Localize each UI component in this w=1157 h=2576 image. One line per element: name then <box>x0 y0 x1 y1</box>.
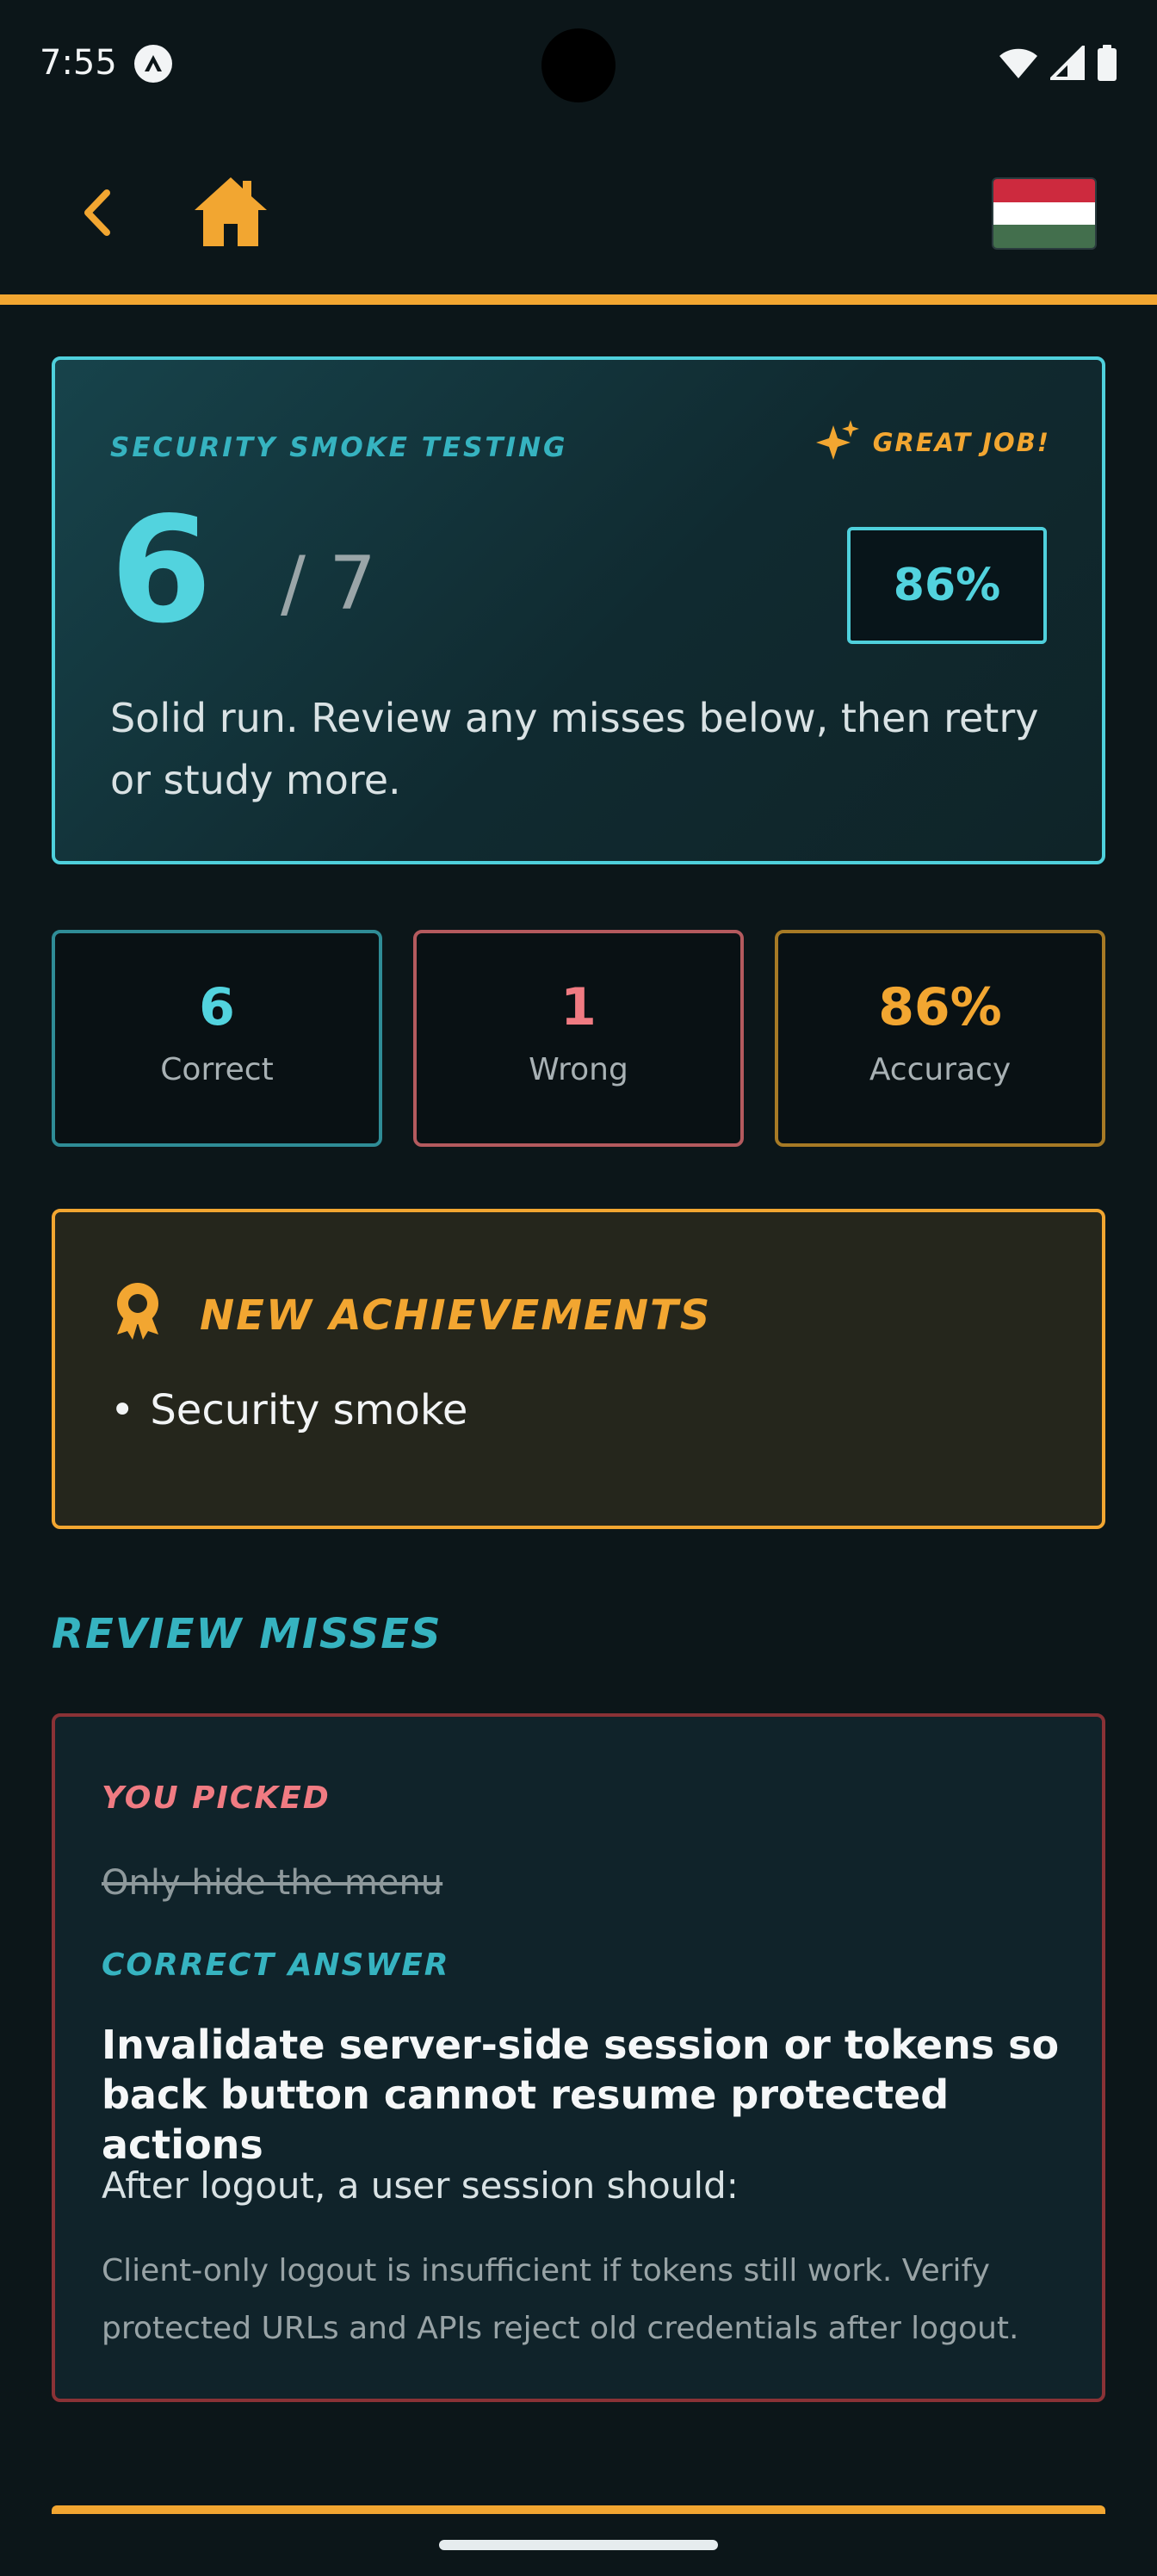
flag-stripe-green <box>993 225 1095 248</box>
review-item-card: You picked Only hide the menu Correct an… <box>52 1713 1105 2402</box>
gesture-navigation-bar[interactable] <box>439 2540 718 2550</box>
question-text: After logout, a user session should: <box>102 2164 739 2207</box>
cellular-signal-icon <box>1050 46 1085 80</box>
quiz-topic: Security smoke testing <box>110 432 568 463</box>
status-icons <box>999 45 1117 81</box>
status-bar: 7:55 <box>0 0 1157 131</box>
achievement-item: Security smoke <box>110 1384 467 1436</box>
flag-stripe-red <box>993 179 1095 202</box>
result-badge: Great job! <box>815 420 1050 465</box>
nav-divider <box>0 294 1157 305</box>
result-badge-label: Great job! <box>872 428 1050 457</box>
stat-correct-label: Correct <box>160 1052 274 1087</box>
score-total: / 7 <box>281 541 377 627</box>
stat-correct-value: 6 <box>199 977 235 1037</box>
camera-cutout <box>541 28 616 102</box>
back-button[interactable] <box>69 183 129 243</box>
stat-card-correct: 6 Correct <box>52 930 382 1147</box>
stat-card-accuracy: 86% Accuracy <box>775 930 1105 1147</box>
language-flag-button[interactable] <box>992 177 1097 250</box>
correct-answer-label: Correct answer <box>102 1947 450 1983</box>
stat-wrong-label: Wrong <box>529 1052 628 1087</box>
score-value: 6 <box>110 486 213 656</box>
battery-icon <box>1098 45 1117 81</box>
result-card: Security smoke testing Great job! 6 / 7 … <box>52 356 1105 864</box>
achievements-list: Security smoke <box>110 1384 467 1436</box>
status-time: 7:55 <box>40 43 117 83</box>
picked-answer-label: You picked <box>102 1780 331 1816</box>
score-percent: 86% <box>847 527 1047 644</box>
top-nav <box>0 131 1157 294</box>
stat-card-wrong: 1 Wrong <box>413 930 744 1147</box>
achievements-title: New achievements <box>200 1291 712 1340</box>
app-notification-icon <box>134 45 172 83</box>
home-icon <box>195 177 267 246</box>
wifi-icon <box>999 48 1037 78</box>
bottom-accent-bar <box>52 2505 1105 2514</box>
stat-wrong-value: 1 <box>560 977 597 1037</box>
correct-answer: Invalidate server-side session or tokens… <box>102 2022 1060 2168</box>
picked-answer: Only hide the menu <box>102 1863 443 1903</box>
home-button[interactable] <box>191 174 270 250</box>
explanation-text: Client-only logout is insufficient if to… <box>102 2253 1019 2346</box>
review-section-title: Review misses <box>52 1610 442 1658</box>
achievements-card: New achievements Security smoke <box>52 1209 1105 1529</box>
chevron-left-icon <box>84 189 110 236</box>
award-icon <box>117 1283 158 1340</box>
stat-accuracy-value: 86% <box>878 977 1002 1037</box>
stat-accuracy-label: Accuracy <box>869 1052 1012 1087</box>
flag-stripe-white <box>993 201 1095 226</box>
result-message: Solid run. Review any misses below, then… <box>110 695 1039 803</box>
sparkles-icon <box>815 420 859 460</box>
